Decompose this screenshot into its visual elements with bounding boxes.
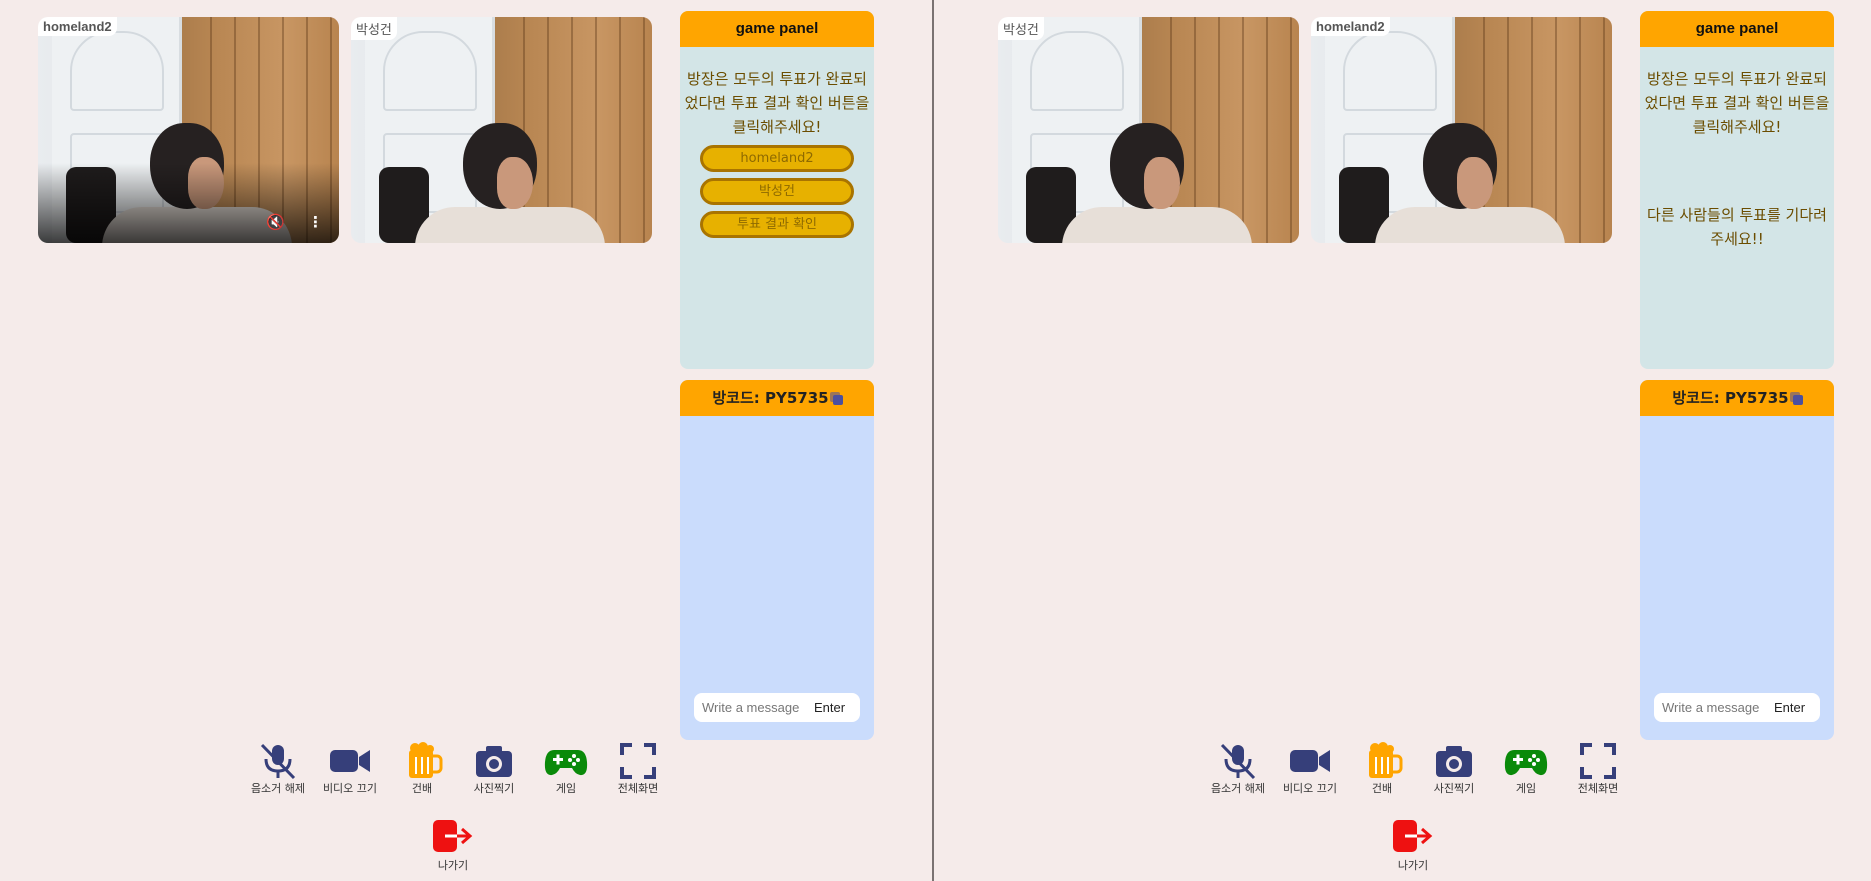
video-name-tag: 박성건 [998,17,1044,40]
room-code-label: 방코드: PY5735 [712,389,829,407]
exit-button[interactable]: 나가기 [428,818,478,873]
game-panel: game panel 방장은 모두의 투표가 완료되었다면 투표 결과 확인 버… [1640,11,1834,369]
vote-options: homeland2 박성건 투표 결과 확인 [680,145,874,238]
fullscreen-label: 전체화면 [1577,782,1619,795]
beer-mug-icon [1369,742,1403,778]
game-panel: game panel 방장은 모두의 투표가 완료되었다면 투표 결과 확인 버… [680,11,874,369]
video-name-tag: homeland2 [38,17,117,36]
video-off-label: 비디오 끄기 [322,782,378,795]
chat-panel: 방코드: PY5735 Enter [680,380,874,740]
room-code-header: 방코드: PY5735 [1640,380,1834,416]
chat-panel: 방코드: PY5735 Enter [1640,380,1834,740]
gamepad-icon [544,750,588,776]
more-options-icon[interactable]: ⋮ [308,213,323,231]
video-off-button[interactable]: 비디오 끄기 [314,742,386,796]
fullscreen-icon [1580,743,1616,779]
photo-label: 사진찍기 [1433,782,1475,795]
muted-speaker-icon[interactable]: 🔇 [266,213,285,231]
room-code-label: 방코드: PY5735 [1672,389,1789,407]
cheers-button[interactable]: 건배 [1346,742,1418,796]
unmute-label: 음소거 해제 [1210,782,1266,795]
cheers-label: 건배 [411,782,433,795]
video-name-tag: 박성건 [351,17,397,40]
video-tile-homeland2[interactable]: homeland2 [1311,17,1612,243]
video-tile-park[interactable]: 박성건 [351,17,652,243]
video-tile-park[interactable]: 박성건 [998,17,1299,243]
game-label: 게임 [1515,782,1537,795]
game-panel-instruction: 방장은 모두의 투표가 완료되었다면 투표 결과 확인 버튼을 클릭해주세요! [684,70,870,136]
unmute-label: 음소거 해제 [250,782,306,795]
unmute-button[interactable]: 음소거 해제 [242,742,314,796]
gamepad-icon [1504,750,1548,776]
fullscreen-label: 전체화면 [617,782,659,795]
vote-button-park[interactable]: 박성건 [700,178,854,205]
copy-icon[interactable] [1789,392,1803,405]
fullscreen-icon [620,743,656,779]
chat-input-box: Enter [1654,693,1820,722]
game-panel-title: game panel [680,11,874,47]
game-button[interactable]: 게임 [1490,742,1562,796]
game-panel-instruction: 방장은 모두의 투표가 완료되었다면 투표 결과 확인 버튼을 클릭해주세요! [1644,70,1830,136]
right-client-pane: 박성건 homeland2 game panel 방장은 모두의 투표가 완료되… [934,0,1866,881]
camera-icon [1436,746,1472,777]
vote-result-button[interactable]: 투표 결과 확인 [700,211,854,238]
room-code-header: 방코드: PY5735 [680,380,874,416]
control-toolbar: 음소거 해제 비디오 끄기 건배 사진찍기 게임 전체화면 [242,742,674,796]
fullscreen-button[interactable]: 전체화면 [602,742,674,796]
chat-send-button[interactable]: Enter [814,700,845,715]
video-camera-icon [1290,750,1330,772]
cheers-button[interactable]: 건배 [386,742,458,796]
wait-message: 다른 사람들의 투표를 기다려 주세요!! [1647,206,1827,248]
unmute-button[interactable]: 음소거 해제 [1202,742,1274,796]
control-toolbar: 음소거 해제 비디오 끄기 건배 사진찍기 게임 전체화면 [1202,742,1634,796]
camera-icon [476,746,512,777]
fullscreen-button[interactable]: 전체화면 [1562,742,1634,796]
chat-message-input[interactable] [1654,700,1774,715]
beer-mug-icon [409,742,443,778]
exit-door-icon [1393,820,1433,852]
game-panel-title: game panel [1640,11,1834,47]
photo-button[interactable]: 사진찍기 [458,742,530,796]
left-client-pane: homeland2 🔇 ⋮ 박성건 game panel 방장은 모두의 투표가… [0,0,932,881]
exit-label: 나가기 [437,859,469,872]
photo-label: 사진찍기 [473,782,515,795]
mic-off-icon [260,743,296,780]
cheers-label: 건배 [1371,782,1393,795]
exit-label: 나가기 [1397,859,1429,872]
photo-button[interactable]: 사진찍기 [1418,742,1490,796]
video-off-label: 비디오 끄기 [1282,782,1338,795]
video-name-tag: homeland2 [1311,17,1390,36]
mic-off-icon [1220,743,1256,780]
vote-button-homeland2[interactable]: homeland2 [700,145,854,172]
video-off-button[interactable]: 비디오 끄기 [1274,742,1346,796]
chat-input-box: Enter [694,693,860,722]
video-tile-homeland2[interactable]: homeland2 🔇 ⋮ [38,17,339,243]
exit-button[interactable]: 나가기 [1388,818,1438,873]
game-button[interactable]: 게임 [530,742,602,796]
exit-door-icon [433,820,473,852]
video-camera-icon [330,750,370,772]
chat-send-button[interactable]: Enter [1774,700,1805,715]
copy-icon[interactable] [829,392,843,405]
game-label: 게임 [555,782,577,795]
chat-message-input[interactable] [694,700,814,715]
